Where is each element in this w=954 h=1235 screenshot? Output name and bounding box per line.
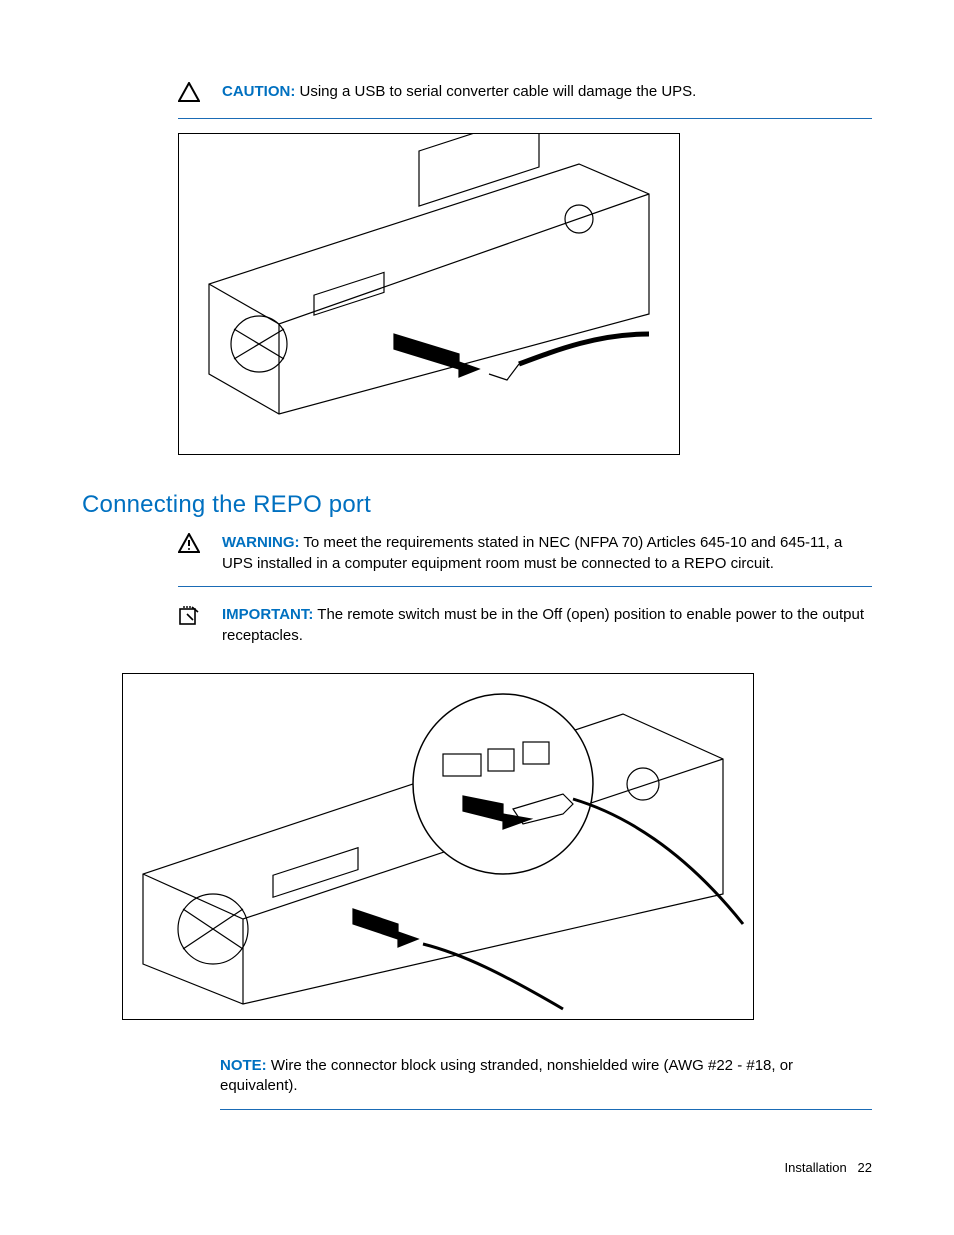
footer-section: Installation — [785, 1160, 847, 1175]
important-body: The remote switch must be in the Off (op… — [222, 606, 864, 644]
note-body: Wire the connector block using stranded,… — [220, 1057, 793, 1095]
page-footer: Installation 22 — [785, 1160, 872, 1175]
warning-text: WARNING: To meet the requirements stated… — [218, 533, 872, 574]
important-block: IMPORTANT: The remote switch must be in … — [178, 601, 872, 658]
caution-block: CAUTION: Using a USB to serial converter… — [178, 78, 872, 119]
caution-icon — [178, 82, 218, 106]
figure-repo-port — [122, 673, 754, 1020]
warning-block: WARNING: To meet the requirements stated… — [178, 529, 872, 587]
important-text: IMPORTANT: The remote switch must be in … — [218, 605, 872, 646]
caution-text: CAUTION: Using a USB to serial converter… — [218, 82, 872, 103]
figure-usb-serial — [178, 133, 680, 455]
section-heading: Connecting the REPO port — [82, 491, 872, 519]
page-content: CAUTION: Using a USB to serial converter… — [0, 0, 954, 1235]
caution-body: Using a USB to serial converter cable wi… — [300, 83, 697, 100]
note-block: NOTE: Wire the connector block using str… — [220, 1050, 872, 1110]
warning-icon — [178, 533, 218, 557]
important-label: IMPORTANT: — [222, 606, 313, 623]
warning-label: WARNING: — [222, 534, 300, 551]
footer-page-number: 22 — [858, 1160, 872, 1175]
warning-body: To meet the requirements stated in NEC (… — [222, 534, 842, 572]
caution-label: CAUTION: — [222, 83, 295, 100]
important-icon — [178, 605, 218, 629]
note-label: NOTE: — [220, 1057, 267, 1074]
